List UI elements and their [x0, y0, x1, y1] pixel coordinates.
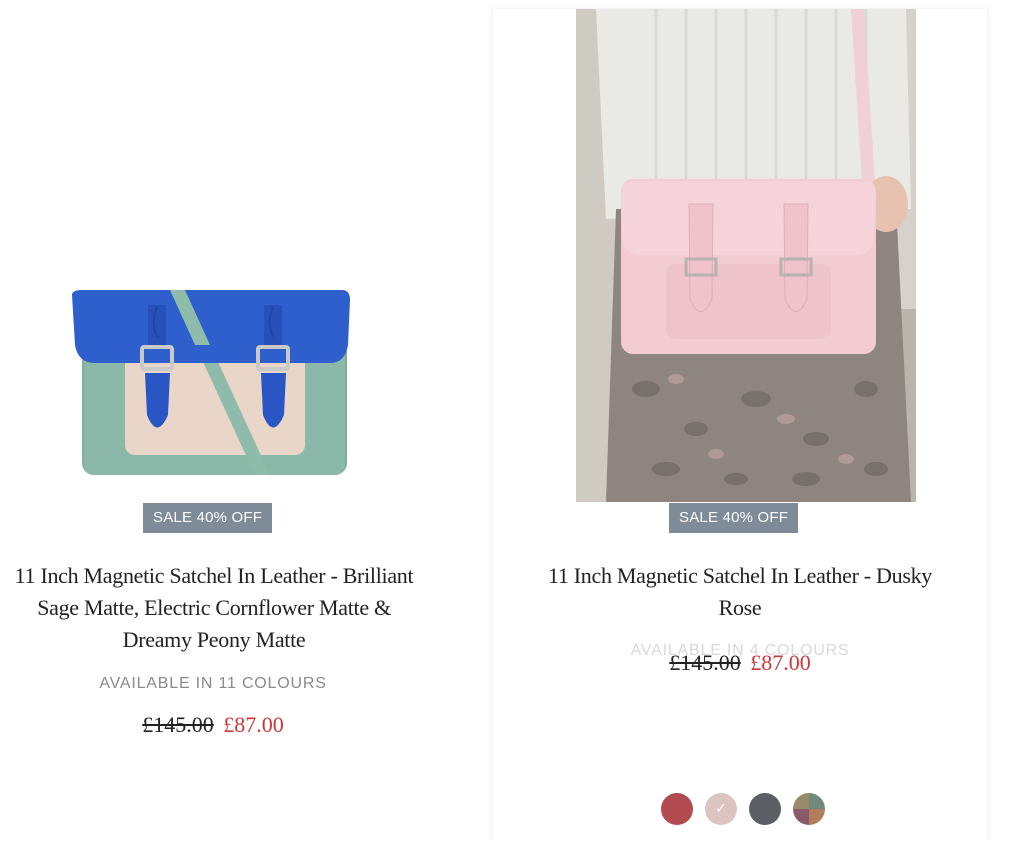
swatch-dusky-rose[interactable]: ✓: [705, 793, 737, 825]
original-price: £145.00: [669, 650, 741, 675]
product-image[interactable]: [60, 275, 360, 490]
availability-text: AVAILABLE IN 11 COLOURS: [99, 675, 327, 692]
price: £145.00 £87.00: [493, 650, 987, 676]
colour-swatches: ✓: [661, 793, 825, 825]
product-card[interactable]: SALE 40% OFF 11 Inch Magnetic Satchel In…: [493, 9, 987, 841]
swatch-grey[interactable]: [749, 793, 781, 825]
sale-price: £87.00: [750, 650, 811, 675]
satchel-image-sage-cornflower: [72, 290, 350, 475]
price: £145.00 £87.00: [0, 712, 426, 738]
product-title[interactable]: 11 Inch Magnetic Satchel In Leather - Br…: [4, 560, 424, 656]
sale-badge: SALE 40% OFF: [669, 503, 799, 533]
original-price: £145.00: [142, 712, 214, 737]
check-icon: ✓: [715, 801, 727, 817]
sale-badge: SALE 40% OFF: [143, 503, 273, 533]
sale-price: £87.00: [223, 712, 284, 737]
product-image[interactable]: [576, 9, 916, 502]
satchel-image-dusky-rose: [576, 9, 916, 502]
product-card[interactable]: SALE 40% OFF 11 Inch Magnetic Satchel In…: [0, 0, 420, 841]
swatch-multi[interactable]: [793, 793, 825, 825]
product-title[interactable]: 11 Inch Magnetic Satchel In Leather - Du…: [530, 560, 950, 624]
swatch-red[interactable]: [661, 793, 693, 825]
